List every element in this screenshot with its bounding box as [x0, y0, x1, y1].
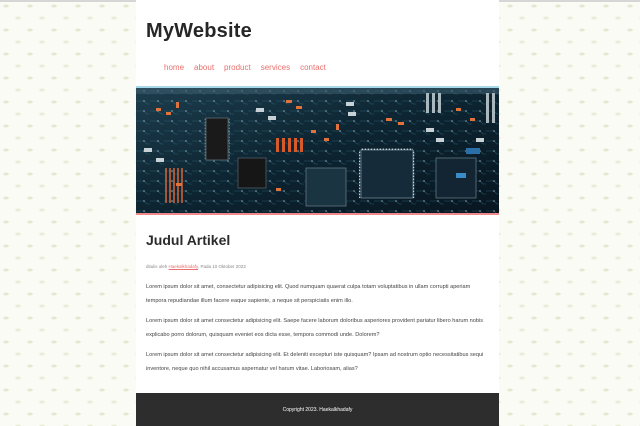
- hero-banner-image: [136, 86, 499, 215]
- site-header: MyWebsite home about product services co…: [136, 0, 499, 86]
- site-footer: Copyright 2023. Haekalkhadafy: [136, 393, 499, 426]
- nav-link-about[interactable]: about: [194, 63, 214, 72]
- meta-date: , Pada 10 Oktober 2023: [197, 264, 246, 269]
- meta-prefix: ditulis oleh: [146, 264, 168, 269]
- article-paragraph: Lorem ipsum dolor sit amet, consectetur …: [146, 284, 471, 304]
- article-paragraph: Lorem ipsum dolor sit amet consectetur a…: [146, 352, 484, 372]
- article-title: Judul Artikel: [146, 232, 231, 248]
- article-paragraph: Lorem ipsum dolor sit amet consectetur a…: [146, 318, 484, 338]
- page-container: MyWebsite home about product services co…: [136, 0, 499, 426]
- article-meta: ditulis oleh Haekalkhadafy, Pada 10 Okto…: [146, 264, 491, 269]
- main-nav: home about product services contact: [164, 63, 326, 72]
- author-link[interactable]: Haekalkhadafy: [169, 264, 198, 269]
- nav-link-services[interactable]: services: [261, 63, 290, 72]
- circuit-board-image: [136, 88, 499, 213]
- copyright-text: Copyright 2023. Haekalkhadafy: [282, 406, 353, 413]
- nav-link-contact[interactable]: contact: [300, 63, 326, 72]
- nav-link-home[interactable]: home: [164, 63, 184, 72]
- site-title[interactable]: MyWebsite: [146, 20, 252, 43]
- article: Judul Artikel ditulis oleh Haekalkhadafy…: [146, 232, 491, 376]
- nav-link-product[interactable]: product: [224, 63, 251, 72]
